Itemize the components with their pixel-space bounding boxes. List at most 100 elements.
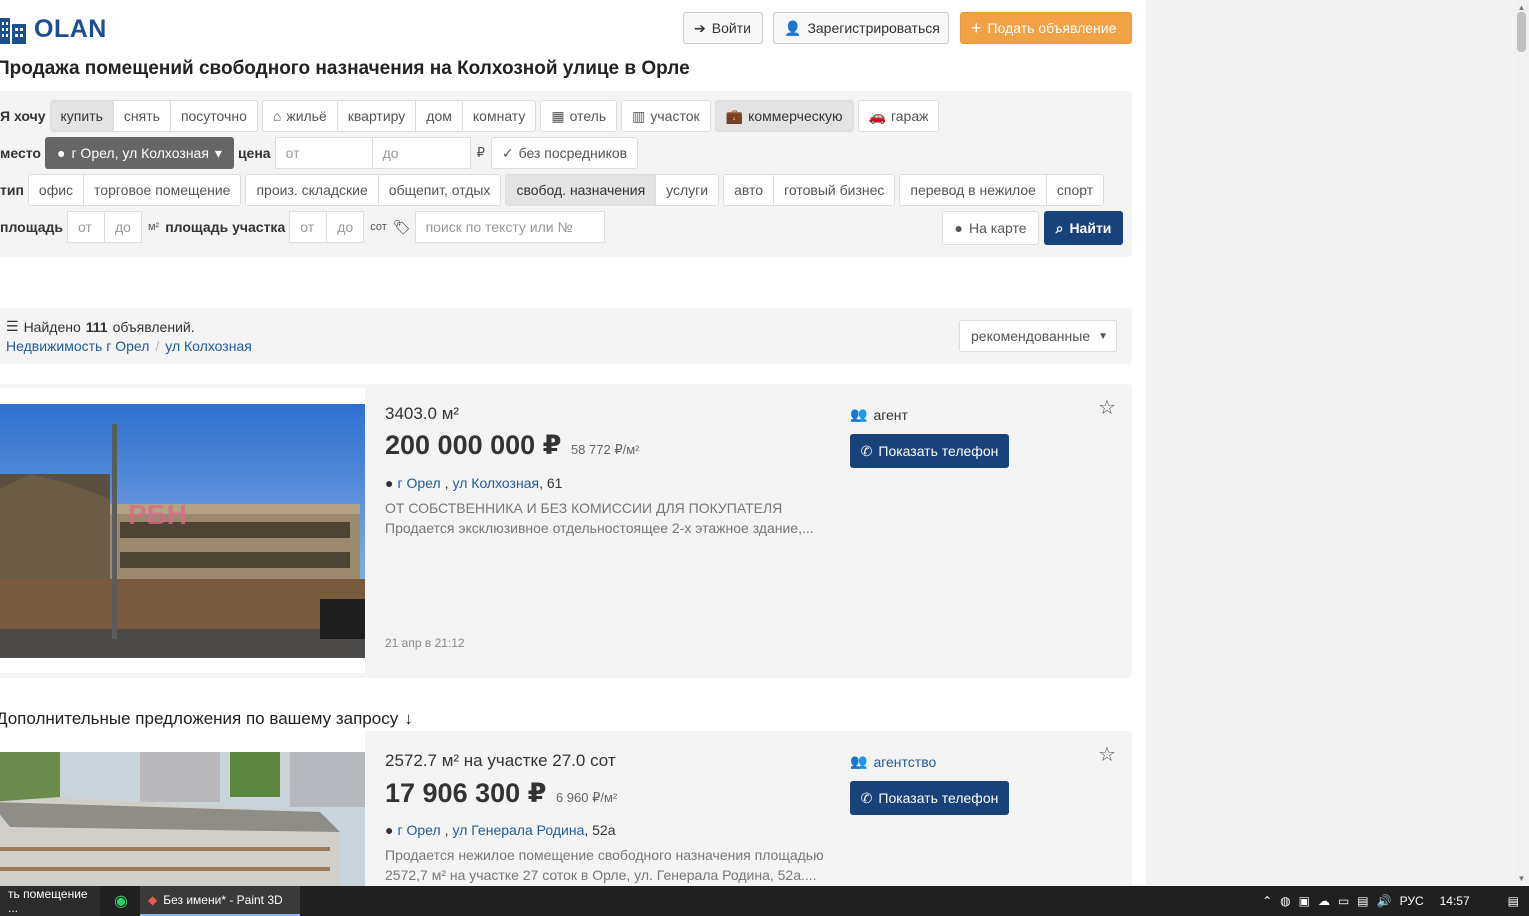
plot-from-input[interactable]: от (289, 211, 328, 243)
find-button[interactable]: ⌕ Найти (1044, 211, 1123, 245)
no-agents-toggle[interactable]: ✓ без посредников (492, 138, 637, 168)
meet-icon[interactable]: ▣ (1299, 894, 1310, 908)
type-retail-option[interactable]: торговое помещение (84, 175, 240, 205)
taskbar-paint3d-label: Без имени* - Paint 3D (163, 893, 283, 907)
site-logo[interactable]: OLAN (0, 14, 107, 44)
favorite-star-icon[interactable]: ☆ (1098, 745, 1116, 765)
language-indicator[interactable]: РУС (1400, 894, 1424, 908)
listing-photo[interactable]: РБН (0, 404, 365, 658)
show-phone-button[interactable]: ✆ Показать телефон (850, 781, 1009, 815)
property-house-option[interactable]: дом (416, 101, 463, 131)
seller-label: агентство (873, 753, 937, 770)
taskbar-paint3d-item[interactable]: ◆ Без имени* - Paint 3D (140, 886, 300, 916)
plot-to-input[interactable]: до (327, 211, 365, 243)
listing-card[interactable]: РБН 3403.0 м² 200 000 000 ₽ 58 772 ₽/м² … (0, 384, 1132, 678)
register-button[interactable]: 👤 Зарегистрироваться (773, 12, 949, 44)
price-from-input[interactable]: от (274, 137, 373, 169)
show-phone-button[interactable]: ✆ Показать телефон (850, 434, 1009, 468)
filter-row-deal: Я хочу купить снять посуточно ⌂ жильё ква… (0, 100, 943, 132)
type-group-industrial: произ. складские общепит, отдых (245, 174, 502, 206)
sort-dropdown[interactable]: рекомендованные ▼ (959, 320, 1117, 352)
type-catering-option[interactable]: общепит, отдых (379, 175, 501, 205)
building-photo: РБН (0, 404, 365, 658)
login-button[interactable]: ➔ Войти (683, 12, 763, 44)
users-icon: 👥 (850, 406, 868, 422)
listing-area: 2572.7 м² на участке 27.0 сот (385, 751, 616, 770)
breadcrumb: Недвижимость г Орел / ул Колхозная (6, 338, 252, 354)
phone-icon: ✆ (860, 789, 873, 806)
price-value: 200 000 000 ₽ (385, 430, 562, 460)
listing-photo[interactable] (0, 752, 365, 886)
scrollbar-thumb[interactable] (1517, 12, 1526, 52)
type-free-purpose-option[interactable]: свобод. назначения (506, 175, 657, 205)
property-plot-option[interactable]: ▥ участок (622, 101, 709, 131)
briefcase-icon: 💼 (725, 108, 744, 124)
property-living-option[interactable]: ⌂ жильё (263, 101, 338, 131)
found-count: ☰ Найдено 111 объявлений. (6, 318, 195, 335)
breadcrumb-city[interactable]: Недвижимость г Орел (6, 338, 149, 354)
scroll-down-icon[interactable]: ▼ (1517, 874, 1526, 883)
deal-rent-option[interactable]: снять (114, 101, 171, 131)
property-hotel-option[interactable]: ▦ отель (541, 101, 616, 131)
type-conversion-option[interactable]: перевод в нежилое (900, 175, 1047, 205)
favorite-star-icon[interactable]: ☆ (1098, 398, 1116, 418)
taskbar-browser-item[interactable]: ть помещение ... (0, 886, 100, 916)
network-icon[interactable]: ▤ (1357, 894, 1368, 908)
type-label: тип (0, 182, 24, 198)
notifications-icon[interactable]: ▤ (1508, 894, 1519, 908)
car-icon: 🚗 (868, 108, 886, 124)
type-sport-option[interactable]: спорт (1047, 175, 1103, 205)
chevron-up-icon[interactable]: ⌃ (1262, 894, 1272, 908)
browser-page: OLAN ➔ Войти 👤 Зарегистрироваться + Пода… (0, 0, 1146, 886)
listing-card[interactable]: 2572.7 м² на участке 27.0 сот 17 906 300… (0, 731, 1132, 886)
type-office-option[interactable]: офис (29, 175, 85, 205)
deal-daily-option[interactable]: посуточно (171, 101, 257, 131)
price-to-input[interactable]: до (372, 137, 471, 169)
property-apartment-option[interactable]: квартиру (338, 101, 417, 131)
post-ad-button[interactable]: + Подать объявление (960, 12, 1132, 44)
place-dropdown[interactable]: ● г Орел, ул Колхозная ▾ (44, 137, 234, 169)
no-agents-group: ✓ без посредников (490, 137, 639, 169)
cloud-icon[interactable]: ☁ (1318, 894, 1330, 908)
type-services-option[interactable]: услуги (656, 175, 718, 205)
on-map-button[interactable]: ● На карте (942, 211, 1039, 245)
scroll-up-icon[interactable]: ▲ (1517, 3, 1526, 12)
property-room-option[interactable]: комнату (463, 101, 535, 131)
taskbar-whatsapp-item[interactable]: ◉ (106, 886, 136, 916)
deal-buy-option[interactable]: купить (50, 101, 114, 131)
scrollbar[interactable]: ▲ ▼ (1514, 0, 1529, 886)
clock[interactable]: 14:57 (1440, 894, 1470, 908)
login-label: Войти (711, 20, 751, 36)
filter-row-area: площадь от до м² площадь участка от до с… (0, 211, 605, 243)
property-hotel-group: ▦ отель (540, 100, 618, 132)
place-label: место (0, 145, 41, 161)
seller-type[interactable]: 👥 агентство (850, 753, 936, 770)
address-city-link[interactable]: г Орел (397, 475, 440, 491)
plus-icon: + (971, 17, 982, 38)
property-garage-option[interactable]: 🚗 гараж (859, 101, 939, 131)
address-street-link[interactable]: ул Колхозная (453, 475, 540, 491)
type-business-option[interactable]: готовый бизнес (774, 175, 894, 205)
taskbar-browser-label: ть помещение ... (8, 887, 88, 915)
type-auto-option[interactable]: авто (724, 175, 775, 205)
found-suffix: объявлений. (112, 318, 195, 335)
type-industrial-option[interactable]: произ. складские (246, 175, 379, 205)
description-line: Продается эксклюзивное отдельностоящее 2… (385, 520, 814, 536)
property-type-group-living: ⌂ жильё квартиру дом комнату (261, 100, 537, 132)
volume-icon[interactable]: 🔊 (1377, 894, 1392, 908)
address-city-link[interactable]: г Орел (397, 822, 440, 838)
description-line: ОТ СОБСТВЕННИКА И БЕЗ КОМИССИИ ДЛЯ ПОКУП… (385, 500, 783, 516)
on-map-label: На карте (968, 220, 1027, 236)
text-search-input[interactable]: поиск по тексту или № (414, 211, 605, 243)
breadcrumb-street[interactable]: ул Колхозная (165, 338, 252, 354)
search-filter-panel: Я хочу купить снять посуточно ⌂ жильё ква… (0, 91, 1132, 257)
chrome-icon[interactable]: ◍ (1280, 894, 1290, 908)
address-street-link[interactable]: ул Генерала Родина (453, 822, 585, 838)
currency-label: ₽ (476, 145, 485, 160)
display-icon[interactable]: ▭ (1338, 894, 1349, 908)
area-to-input[interactable]: до (104, 211, 142, 243)
property-commercial-label: коммерческую (748, 108, 843, 124)
area-from-input[interactable]: от (66, 211, 105, 243)
property-commercial-option[interactable]: 💼 коммерческую (715, 101, 853, 131)
listing-description: Продается нежилое помещение свободного н… (385, 845, 830, 885)
